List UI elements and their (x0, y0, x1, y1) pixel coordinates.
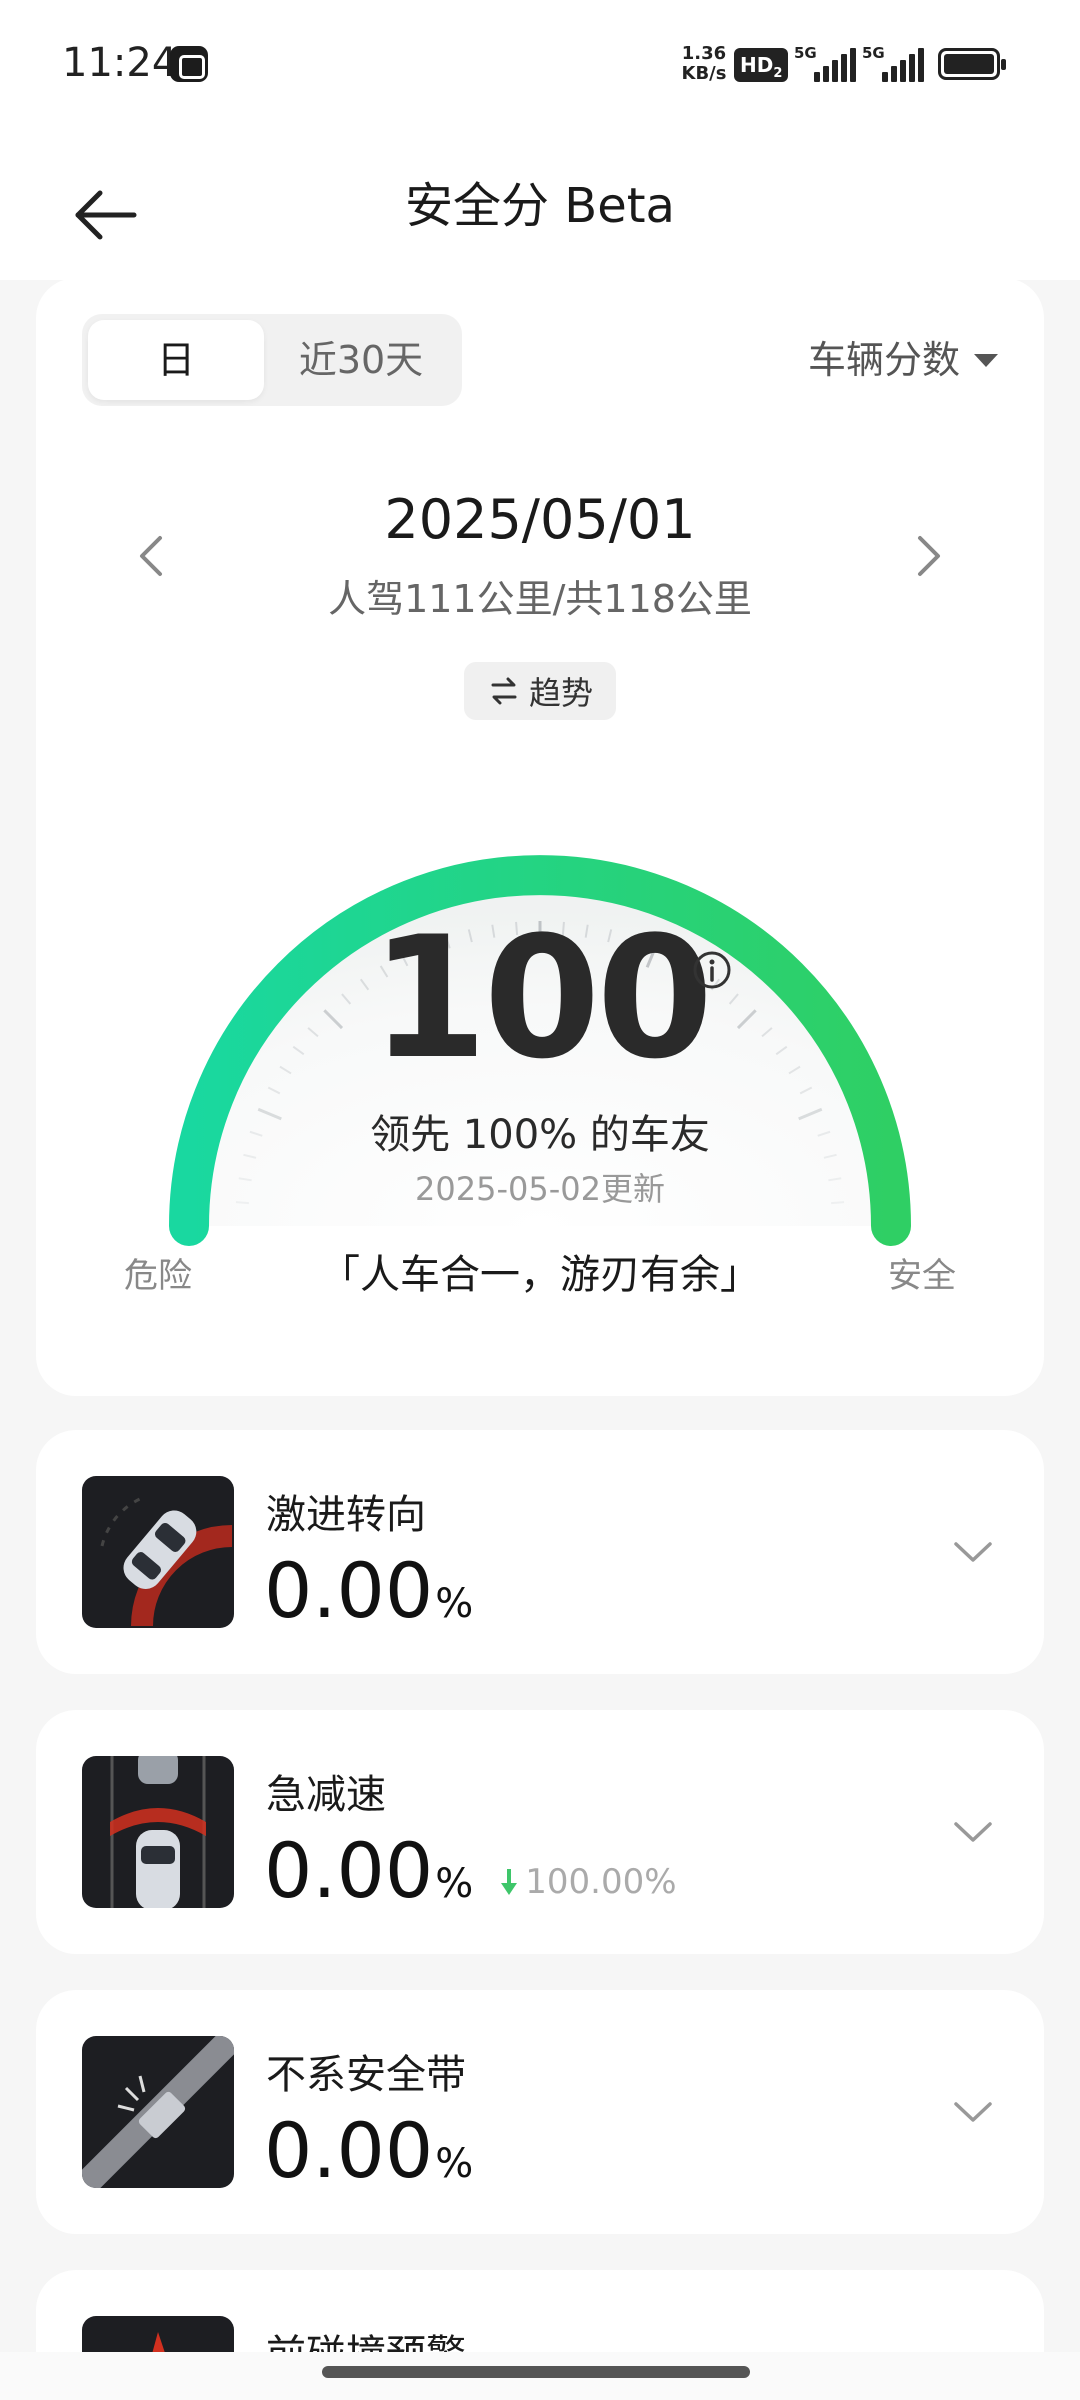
mi-app-icon (170, 46, 208, 82)
page-title: 安全分 Beta (405, 178, 675, 234)
score-info-button[interactable] (692, 950, 732, 990)
network-speed-unit: KB/s (681, 63, 727, 84)
hd-label: HD (740, 53, 774, 77)
network-speed: 1.36 KB/s (676, 44, 732, 84)
metric-name: 不系安全带 (266, 2052, 466, 2098)
metric-card-no-seatbelt[interactable]: 不系安全带 0.00 % (36, 1990, 1044, 2234)
next-date-button[interactable] (898, 516, 958, 596)
swap-arrows-icon (491, 677, 517, 705)
signal-sim1-icon: 5G (794, 44, 856, 84)
sim2-network-label: 5G (862, 44, 885, 62)
metric-change: 100.00% (499, 1837, 677, 1927)
status-time: 11:24 (62, 40, 178, 86)
selected-date: 2025/05/01 (384, 488, 696, 551)
metric-change-value: 100.00% (525, 1862, 677, 1902)
chevron-down-icon (954, 2102, 992, 2122)
distance-summary: 人驾111公里/共118公里 (328, 577, 752, 621)
tab-30-days[interactable]: 近30天 (266, 320, 456, 400)
battery-icon (938, 48, 1006, 80)
hard-braking-icon (82, 1756, 234, 1908)
sim1-network-label: 5G (794, 44, 817, 62)
caret-down-icon (974, 353, 998, 367)
chevron-down-icon (954, 1542, 992, 1562)
vehicle-score-dropdown[interactable]: 车辆分数 (808, 324, 998, 396)
metric-value: 0.00 % 100.00% (264, 1826, 677, 1929)
metric-card-aggressive-steering[interactable]: 激进转向 0.00 % (36, 1430, 1044, 1674)
chevron-down-icon (954, 1822, 992, 1842)
aggressive-steering-icon (82, 1476, 234, 1628)
trend-button-label: 趋势 (528, 674, 593, 712)
metric-value: 0.00 % (264, 1546, 473, 1649)
metric-value-unit: % (435, 1861, 474, 1907)
score-card: 日 近30天 车辆分数 2025/05/01 人驾111公里/共118公里 趋势 (36, 278, 1044, 1396)
home-indicator[interactable] (322, 2366, 750, 2378)
arrow-down-icon (501, 1869, 518, 1895)
metric-name: 急减速 (266, 1772, 386, 1818)
expand-button[interactable] (948, 1802, 998, 1862)
seatbelt-icon (82, 2036, 234, 2188)
expand-button[interactable] (948, 2082, 998, 2142)
status-bar: 11:24 1.36 KB/s HD2 5G 5G (0, 0, 1080, 130)
tab-day[interactable]: 日 (88, 320, 264, 400)
trend-button[interactable]: 趋势 (464, 662, 616, 720)
network-speed-value: 1.36 (681, 43, 727, 64)
hd-sub: 2 (773, 66, 783, 81)
page-header: 安全分 Beta (0, 130, 1080, 280)
ranking-text: 领先 100% 的车友 (370, 1112, 710, 1158)
signal-sim2-icon: 5G (862, 44, 924, 84)
metric-value-number: 0.00 (264, 1546, 434, 1635)
update-date-text: 2025-05-02更新 (415, 1170, 665, 1208)
metric-value-unit: % (435, 1581, 474, 1627)
metric-value: 0.00 % (264, 2106, 473, 2209)
vehicle-score-label: 车辆分数 (807, 338, 960, 382)
chevron-right-icon (918, 536, 940, 576)
gauge-label-safe: 安全 (888, 1256, 956, 1296)
metric-value-unit: % (435, 2141, 474, 2187)
metric-value-number: 0.00 (264, 1826, 434, 1915)
metric-card-hard-braking[interactable]: 急减速 0.00 % 100.00% (36, 1710, 1044, 1954)
expand-button[interactable] (948, 1522, 998, 1582)
metric-value-number: 0.00 (264, 2106, 434, 2195)
safety-score: 100 (370, 900, 714, 1096)
hd-voice-icon: HD2 (734, 48, 789, 82)
info-icon (693, 951, 731, 989)
period-tabs: 日 近30天 (82, 314, 462, 406)
metric-name: 激进转向 (266, 1492, 426, 1538)
